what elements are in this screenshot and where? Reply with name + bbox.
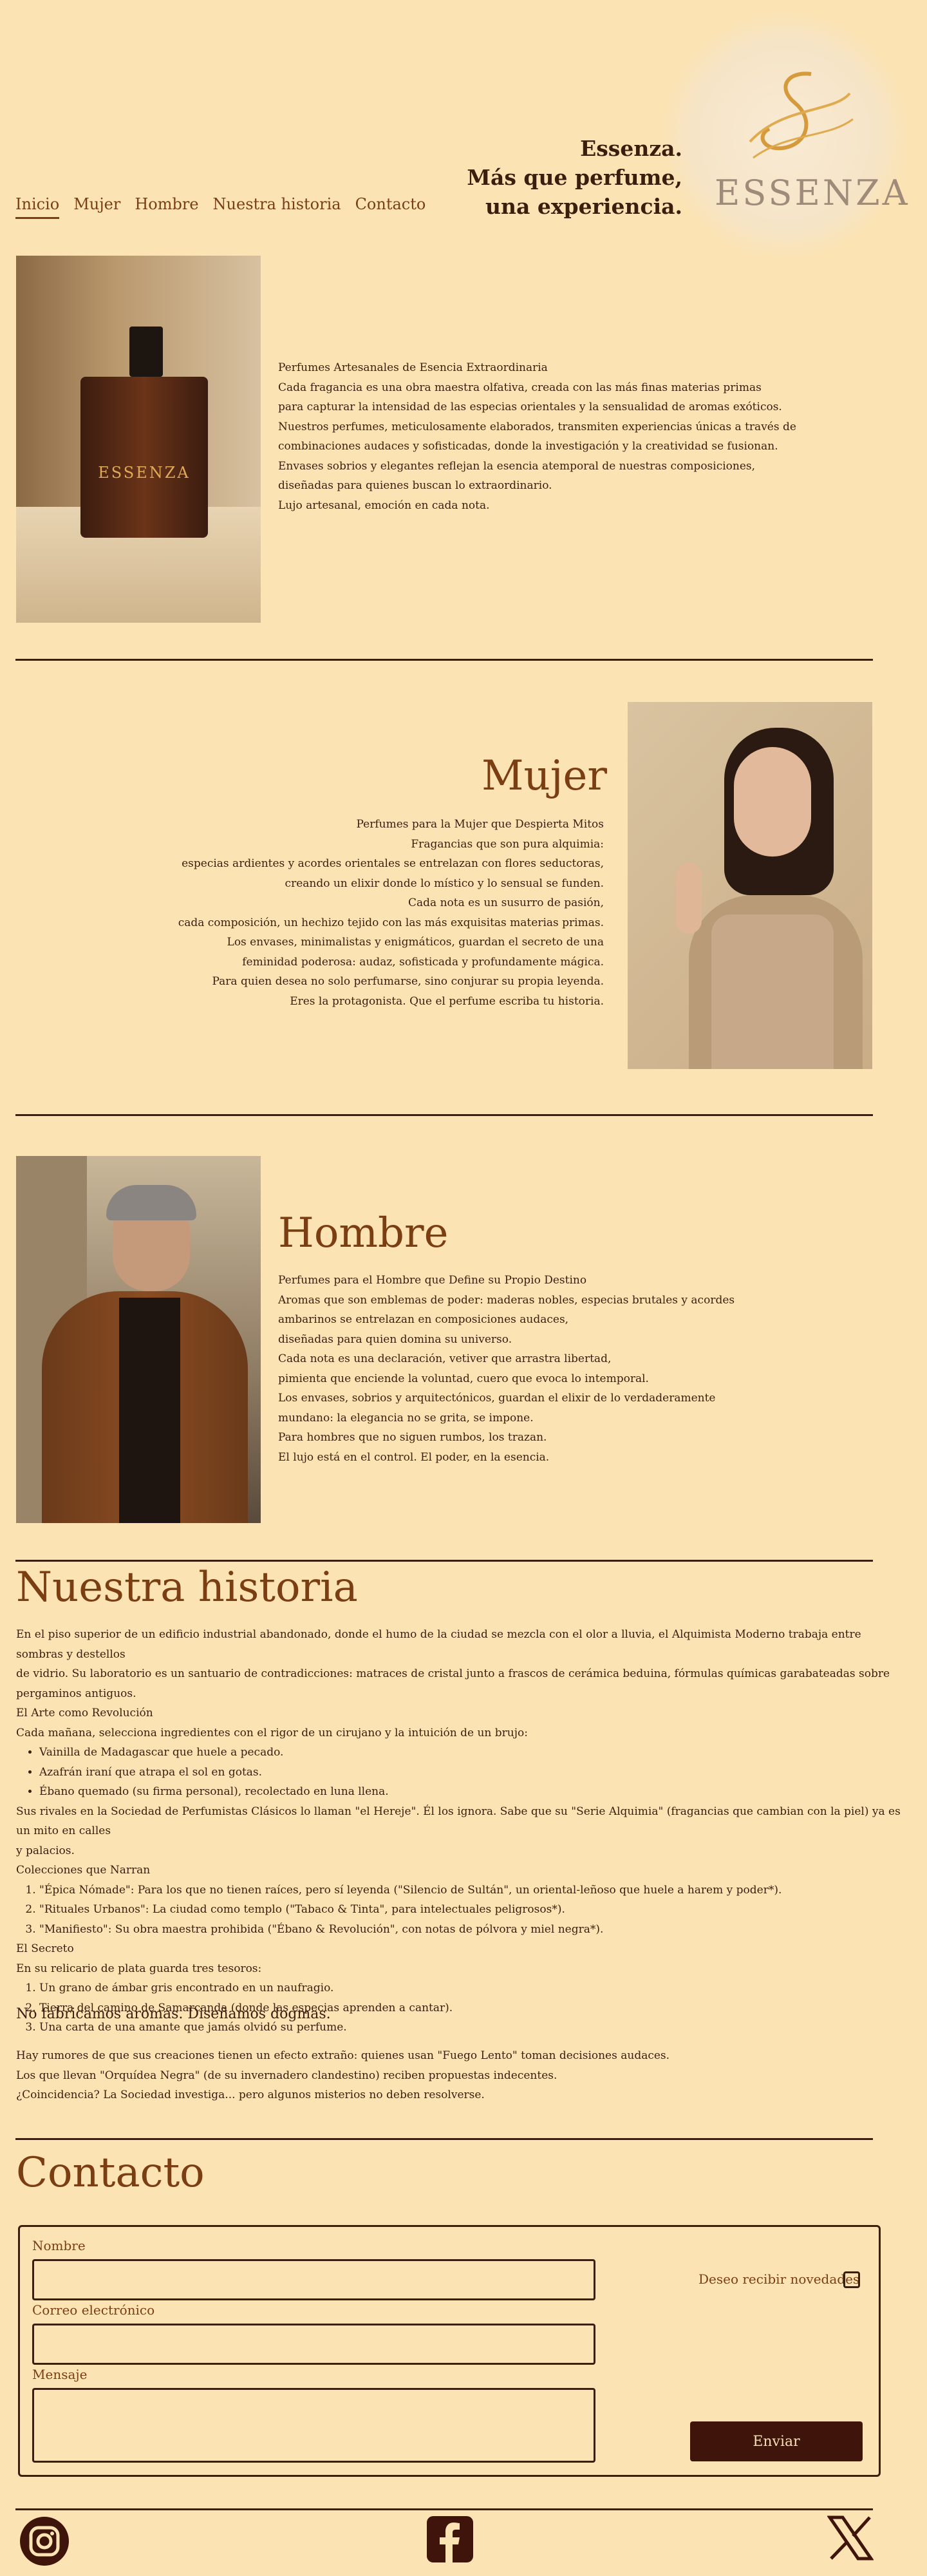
intro-text: Perfumes Artesanales de Esencia Extraord… [278, 358, 796, 515]
email-input[interactable] [32, 2324, 595, 2365]
hombre-line: mundano: la elegancia no se grita, se im… [278, 1411, 534, 1425]
historia-title: Nuestra historia [16, 1564, 358, 1611]
mujer-line: Fragancias que son pura alquimia: [411, 837, 604, 851]
footer-divider [15, 2508, 873, 2510]
essenza-logo-swirl-icon [749, 71, 854, 159]
historia-text: En el piso superior de un edificio indus… [16, 1625, 911, 2038]
intro-line: Lujo artesanal, emoción en cada nota. [278, 498, 490, 512]
header-tagline: Essenza. Más que perfume, una experienci… [467, 134, 682, 221]
hombre-line: ambarinos se entrelazan en composiciones… [278, 1313, 569, 1326]
list-item: Azafrán iraní que atrapa el sol en gotas… [39, 1763, 911, 1783]
list-item: Un grano de ámbar gris encontrado en un … [39, 1978, 911, 1998]
historia-paragraph: de vidrio. Su laboratorio es un santuari… [16, 1667, 890, 1700]
mujer-line: especias ardientes y acordes orientales … [182, 857, 604, 870]
nav-link-inicio[interactable]: Inicio [15, 195, 60, 219]
intro-line: para capturar la intensidad de las espec… [278, 401, 782, 413]
hombre-line: Perfumes para el Hombre que Define su Pr… [278, 1274, 587, 1287]
message-textarea[interactable] [32, 2388, 595, 2463]
ingredients-list: Vainilla de Madagascar que huele a pecad… [16, 1743, 911, 1802]
mujer-line: Los envases, minimalistas y enigmáticos,… [227, 936, 604, 949]
newsletter-label: Deseo recibir novedades [698, 2271, 860, 2287]
send-button[interactable]: Enviar [690, 2421, 863, 2461]
rumor-line: ¿Coincidencia? La Sociedad investiga... … [16, 2088, 485, 2101]
historia-heading: Colecciones que Narran [16, 1864, 151, 1877]
mujer-line: Cada nota es un susurro de pasión, [408, 896, 604, 909]
tagline-line-3: una experiencia. [485, 194, 682, 219]
mujer-line: Perfumes para la Mujer que Despierta Mit… [356, 818, 604, 831]
rumor-line: Los que llevan "Orquídea Negra" (de su i… [16, 2069, 557, 2082]
section-divider [15, 2138, 873, 2140]
hombre-line: El lujo está en el control. El poder, en… [278, 1450, 550, 1464]
hombre-line: diseñadas para quien domina su universo. [278, 1332, 512, 1346]
nav-link-nuestra-historia[interactable]: Nuestra historia [213, 195, 341, 219]
main-nav: Inicio Mujer Hombre Nuestra historia Con… [15, 195, 426, 219]
historia-motto: No fabricamos aromas. Diseñamos dogmas. [16, 2006, 331, 2022]
mujer-line: Eres la protagonista. Que el perfume esc… [290, 994, 604, 1008]
intro-line: Perfumes Artesanales de Esencia Extraord… [278, 361, 548, 374]
tagline-line-1: Essenza. [580, 136, 682, 161]
bottle-photo: ESSENZA [16, 256, 261, 623]
collections-list: "Épica Nómade": Para los que no tienen r… [16, 1880, 911, 1940]
historia-paragraph: En el piso superior de un edificio indus… [16, 1628, 861, 1661]
nav-link-mujer[interactable]: Mujer [73, 195, 120, 219]
intro-line: Envases sobrios y elegantes reflejan la … [278, 459, 756, 473]
intro-line: diseñadas para quienes buscan lo extraor… [278, 479, 552, 492]
list-item: "Manifiesto": Su obra maestra prohibida … [39, 1920, 911, 1940]
man-photo [16, 1156, 261, 1523]
bottle-label: ESSENZA [98, 464, 191, 482]
instagram-icon[interactable] [18, 2515, 71, 2568]
list-item: "Épica Nómade": Para los que no tienen r… [39, 1880, 911, 1900]
nav-link-contacto[interactable]: Contacto [355, 195, 426, 219]
historia-heading: El Secreto [16, 1942, 74, 1955]
section-divider [15, 659, 873, 661]
list-item: Ébano quemado (su firma personal), recol… [39, 1782, 911, 1802]
name-input[interactable] [32, 2259, 595, 2300]
name-label: Nombre [32, 2238, 86, 2253]
hombre-text: Perfumes para el Hombre que Define su Pr… [278, 1271, 735, 1467]
historia-paragraph: En su relicario de plata guarda tres tes… [16, 1962, 262, 1975]
historia-heading: El Arte como Revolución [16, 1707, 153, 1719]
intro-line: Nuestros perfumes, meticulosamente elabo… [278, 420, 796, 433]
rumor-line: Hay rumores de que sus creaciones tienen… [16, 2049, 670, 2062]
tagline-line-2: Más que perfume, [467, 165, 682, 190]
intro-line: combinaciones audaces y sofisticadas, do… [278, 440, 778, 453]
facebook-icon[interactable] [427, 2516, 473, 2562]
section-divider [15, 1114, 873, 1116]
mujer-line: Para quien desea no solo perfumarse, sin… [212, 975, 604, 988]
hombre-line: Aromas que son emblemas de poder: madera… [278, 1293, 735, 1307]
list-item: "Rituales Urbanos": La ciudad como templ… [39, 1900, 911, 1920]
newsletter-checkbox[interactable] [843, 2271, 860, 2288]
historia-paragraph: Sus rivales en la Sociedad de Perfumista… [16, 1804, 901, 1838]
mujer-text: Perfumes para la Mujer que Despierta Mit… [178, 815, 604, 1011]
logo-wordmark: ESSENZA [715, 173, 910, 213]
contacto-title: Contacto [16, 2149, 205, 2197]
hombre-line: Cada nota es una declaración, vetiver qu… [278, 1352, 612, 1365]
historia-paragraph: Cada mañana, selecciona ingredientes con… [16, 1726, 528, 1739]
historia-paragraph: y palacios. [16, 1844, 75, 1857]
section-divider [15, 1560, 873, 1562]
email-label: Correo electrónico [32, 2302, 155, 2318]
hombre-line: Para hombres que no siguen rumbos, los t… [278, 1431, 547, 1444]
message-label: Mensaje [32, 2367, 88, 2382]
intro-line: Cada fragancia es una obra maestra olfat… [278, 381, 762, 394]
hombre-title: Hombre [278, 1209, 449, 1257]
mujer-title: Mujer [481, 752, 607, 800]
hombre-line: Los envases, sobrios y arquitectónicos, … [278, 1392, 716, 1405]
x-twitter-icon[interactable] [827, 2515, 874, 2561]
mujer-line: creando un elixir donde lo místico y lo … [285, 876, 604, 890]
list-item: Vainilla de Madagascar que huele a pecad… [39, 1743, 911, 1763]
mujer-line: feminidad poderosa: audaz, sofisticada y… [242, 955, 604, 969]
mujer-line: cada composición, un hechizo tejido con … [178, 916, 604, 929]
historia-rumors: Hay rumores de que sus creaciones tienen… [16, 2046, 670, 2105]
nav-link-hombre[interactable]: Hombre [135, 195, 198, 219]
woman-photo [628, 702, 872, 1069]
hombre-line: pimienta que enciende la voluntad, cuero… [278, 1372, 649, 1385]
